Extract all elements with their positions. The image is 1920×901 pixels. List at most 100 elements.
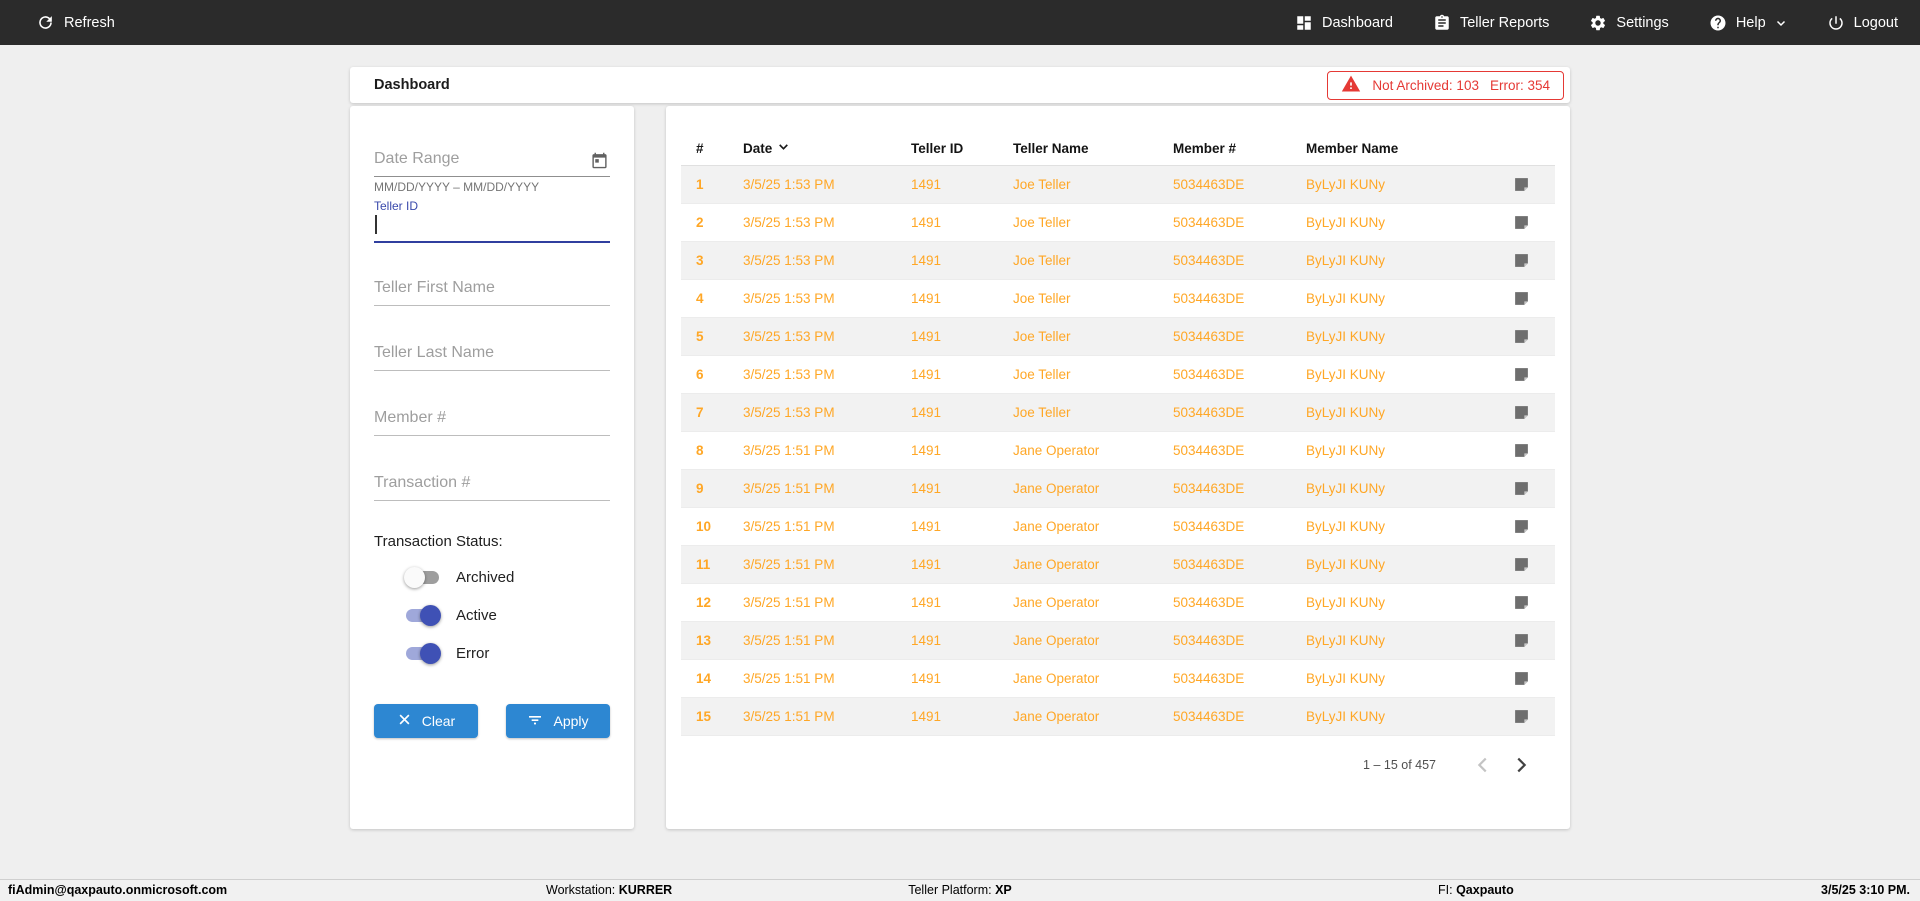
row-number: 10 [696, 519, 743, 534]
row-number: 15 [696, 709, 743, 724]
column-header-number[interactable]: # [696, 141, 743, 156]
column-header-teller-name[interactable]: Teller Name [1013, 141, 1173, 156]
nav-help[interactable]: Help [1709, 14, 1787, 32]
row-teller-name: Joe Teller [1013, 177, 1173, 192]
row-date: 3/5/25 1:53 PM [743, 215, 911, 230]
toggle-active[interactable]: Active [404, 605, 610, 626]
calendar-icon[interactable] [591, 152, 608, 174]
note-icon[interactable] [1513, 442, 1530, 459]
table-row[interactable]: 113/5/25 1:51 PM1491Jane Operator5034463… [681, 546, 1555, 584]
note-icon[interactable] [1513, 518, 1530, 535]
nav-teller-reports[interactable]: Teller Reports [1433, 14, 1549, 32]
teller-first-name-input[interactable] [374, 273, 610, 306]
column-header-date[interactable]: Date [743, 140, 911, 156]
row-date: 3/5/25 1:51 PM [743, 519, 911, 534]
note-icon[interactable] [1513, 594, 1530, 611]
status-footer: fiAdmin@qaxpauto.onmicrosoft.com Worksta… [0, 879, 1920, 901]
note-icon[interactable] [1513, 290, 1530, 307]
next-page-button[interactable] [1502, 746, 1540, 784]
note-icon[interactable] [1513, 670, 1530, 687]
note-icon[interactable] [1513, 176, 1530, 193]
row-date: 3/5/25 1:51 PM [743, 557, 911, 572]
table-row[interactable]: 123/5/25 1:51 PM1491Jane Operator5034463… [681, 584, 1555, 622]
table-row[interactable]: 83/5/25 1:51 PM1491Jane Operator5034463D… [681, 432, 1555, 470]
gear-icon [1589, 14, 1607, 32]
date-range-input[interactable] [374, 144, 610, 177]
row-member-number: 5034463DE [1173, 557, 1306, 572]
note-icon[interactable] [1513, 708, 1530, 725]
column-header-teller-id[interactable]: Teller ID [911, 141, 1013, 156]
row-teller-name: Jane Operator [1013, 557, 1173, 572]
note-icon[interactable] [1513, 252, 1530, 269]
clipboard-icon [1433, 14, 1451, 32]
filter-panel: MM/DD/YYYY – MM/DD/YYYY Teller ID Transa… [350, 106, 634, 829]
note-icon[interactable] [1513, 328, 1530, 345]
power-icon [1827, 14, 1845, 32]
nav-dashboard[interactable]: Dashboard [1295, 14, 1393, 32]
table-row[interactable]: 133/5/25 1:51 PM1491Jane Operator5034463… [681, 622, 1555, 660]
chevron-down-icon [1775, 17, 1787, 29]
transaction-number-input[interactable] [374, 468, 610, 501]
member-number-input[interactable] [374, 403, 610, 436]
teller-last-name-field [374, 338, 610, 371]
table-row[interactable]: 33/5/25 1:53 PM1491Joe Teller5034463DEBy… [681, 242, 1555, 280]
refresh-button[interactable]: Refresh [36, 13, 115, 32]
row-teller-id: 1491 [911, 709, 1013, 724]
row-date: 3/5/25 1:53 PM [743, 367, 911, 382]
toggle-error[interactable]: Error [404, 643, 610, 664]
teller-platform-info: Teller Platform: XP [908, 883, 1012, 897]
status-alert-badge[interactable]: Not Archived: 103 Error: 354 [1327, 71, 1564, 100]
row-teller-name: Joe Teller [1013, 405, 1173, 420]
row-member-number: 5034463DE [1173, 595, 1306, 610]
row-number: 9 [696, 481, 743, 496]
toggle-archived[interactable]: Archived [404, 567, 610, 588]
nav-logout[interactable]: Logout [1827, 14, 1898, 32]
table-row[interactable]: 23/5/25 1:53 PM1491Joe Teller5034463DEBy… [681, 204, 1555, 242]
table-row[interactable]: 73/5/25 1:53 PM1491Joe Teller5034463DEBy… [681, 394, 1555, 432]
fi-info: FI: Qaxpauto [1438, 883, 1514, 897]
row-member-name: ByLyJI KUNy [1306, 443, 1499, 458]
top-navigation-bar: Refresh Dashboard Teller Reports Setting… [0, 0, 1920, 45]
row-number: 14 [696, 671, 743, 686]
member-number-field [374, 403, 610, 436]
clear-button[interactable]: Clear [374, 704, 478, 738]
table-row[interactable]: 103/5/25 1:51 PM1491Jane Operator5034463… [681, 508, 1555, 546]
row-number: 4 [696, 291, 743, 306]
table-row[interactable]: 143/5/25 1:51 PM1491Jane Operator5034463… [681, 660, 1555, 698]
table-row[interactable]: 13/5/25 1:53 PM1491Joe Teller5034463DEBy… [681, 166, 1555, 204]
note-icon[interactable] [1513, 366, 1530, 383]
apply-button[interactable]: Apply [506, 704, 610, 738]
row-date: 3/5/25 1:53 PM [743, 177, 911, 192]
row-number: 12 [696, 595, 743, 610]
nav-teller-reports-label: Teller Reports [1460, 15, 1549, 31]
column-header-member-name[interactable]: Member Name [1306, 141, 1499, 156]
row-teller-id: 1491 [911, 633, 1013, 648]
table-row[interactable]: 43/5/25 1:53 PM1491Joe Teller5034463DEBy… [681, 280, 1555, 318]
row-member-number: 5034463DE [1173, 291, 1306, 306]
column-header-member-number[interactable]: Member # [1173, 141, 1306, 156]
row-teller-name: Jane Operator [1013, 443, 1173, 458]
note-icon[interactable] [1513, 214, 1530, 231]
row-date: 3/5/25 1:53 PM [743, 405, 911, 420]
teller-last-name-input[interactable] [374, 338, 610, 371]
table-row[interactable]: 63/5/25 1:53 PM1491Joe Teller5034463DEBy… [681, 356, 1555, 394]
table-row[interactable]: 153/5/25 1:51 PM1491Jane Operator5034463… [681, 698, 1555, 736]
table-row[interactable]: 53/5/25 1:53 PM1491Joe Teller5034463DEBy… [681, 318, 1555, 356]
row-member-name: ByLyJI KUNy [1306, 519, 1499, 534]
nav-settings[interactable]: Settings [1589, 14, 1668, 32]
row-teller-id: 1491 [911, 519, 1013, 534]
note-icon[interactable] [1513, 480, 1530, 497]
note-icon[interactable] [1513, 404, 1530, 421]
note-icon[interactable] [1513, 632, 1530, 649]
transactions-table-card: # Date Teller ID Teller Name Member # Me… [666, 106, 1570, 829]
row-teller-name: Jane Operator [1013, 709, 1173, 724]
date-range-field [374, 144, 610, 177]
page-header: Dashboard Not Archived: 103 Error: 354 [350, 67, 1570, 103]
row-number: 11 [696, 557, 743, 572]
row-teller-id: 1491 [911, 215, 1013, 230]
table-row[interactable]: 93/5/25 1:51 PM1491Jane Operator5034463D… [681, 470, 1555, 508]
row-member-number: 5034463DE [1173, 481, 1306, 496]
note-icon[interactable] [1513, 556, 1530, 573]
teller-id-input[interactable] [374, 213, 610, 243]
previous-page-button[interactable] [1464, 746, 1502, 784]
